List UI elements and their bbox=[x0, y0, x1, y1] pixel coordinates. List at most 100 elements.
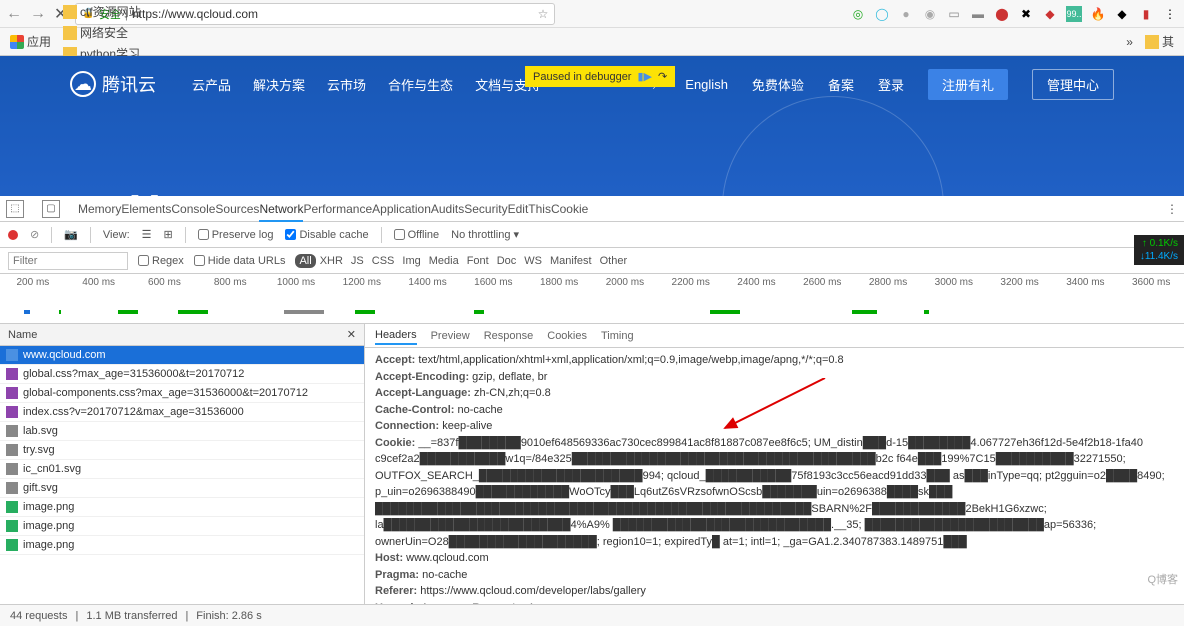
forward-button[interactable]: → bbox=[30, 5, 46, 23]
nav-filing[interactable]: 备案 bbox=[828, 75, 854, 94]
ext-icon[interactable]: ⬤ bbox=[994, 6, 1010, 22]
site-nav-item[interactable]: 云市场 bbox=[327, 78, 366, 93]
devtools-menu-icon[interactable]: ⋮ bbox=[1166, 202, 1178, 216]
ext-icon[interactable]: ▬ bbox=[970, 6, 986, 22]
speed-indicator: ↑ 0.1K/s↓11.4K/s bbox=[1134, 235, 1184, 265]
request-row[interactable]: image.png bbox=[0, 498, 364, 517]
ext-icon[interactable]: ✖ bbox=[1018, 6, 1034, 22]
ext-icon[interactable]: ◯ bbox=[874, 6, 890, 22]
filter-type-xhr[interactable]: XHR bbox=[316, 254, 347, 268]
devtools-tab-security[interactable]: Security bbox=[464, 198, 507, 220]
network-toolbar: ⊘ 📷 View: ☰ ⊞ Preserve log Disable cache… bbox=[0, 222, 1184, 248]
close-details-icon[interactable]: ✕ bbox=[347, 328, 356, 341]
menu-icon[interactable]: ⋮ bbox=[1162, 6, 1178, 22]
ext-icon[interactable]: ▭ bbox=[946, 6, 962, 22]
ext-icon[interactable]: ◆ bbox=[1042, 6, 1058, 22]
request-row[interactable]: gift.svg bbox=[0, 479, 364, 498]
nav-free[interactable]: 免费体验 bbox=[752, 75, 804, 94]
detail-tab-timing[interactable]: Timing bbox=[601, 328, 634, 344]
request-row[interactable]: index.css?v=20170712&max_age=31536000 bbox=[0, 403, 364, 422]
page-content: ☁腾讯云 云产品解决方案云市场合作与生态文档与支持 ⌕ English 免费体验… bbox=[0, 56, 1184, 196]
request-row[interactable]: image.png bbox=[0, 517, 364, 536]
register-button[interactable]: 注册有礼 bbox=[928, 69, 1008, 100]
devtools-tab-network[interactable]: Network bbox=[259, 198, 303, 222]
site-nav-item[interactable]: 云产品 bbox=[192, 78, 231, 93]
filter-type-all[interactable]: All bbox=[295, 254, 315, 268]
filter-type-font[interactable]: Font bbox=[463, 254, 493, 268]
watermark: Q博客 bbox=[1147, 571, 1178, 587]
disable-cache-checkbox[interactable]: Disable cache bbox=[285, 229, 368, 241]
request-row[interactable]: global-components.css?max_age=31536000&t… bbox=[0, 384, 364, 403]
ext-icon[interactable]: ◉ bbox=[922, 6, 938, 22]
timeline[interactable]: 200 ms400 ms600 ms800 ms1000 ms1200 ms14… bbox=[0, 274, 1184, 324]
capture-icon[interactable]: 📷 bbox=[64, 228, 78, 241]
filter-type-img[interactable]: Img bbox=[398, 254, 424, 268]
detail-tab-response[interactable]: Response bbox=[484, 328, 534, 344]
ext-icon[interactable]: ▮ bbox=[1138, 6, 1154, 22]
ublock-icon[interactable]: ◎ bbox=[850, 6, 866, 22]
devtools-tab-console[interactable]: Console bbox=[171, 198, 215, 220]
filter-type-other[interactable]: Other bbox=[596, 254, 632, 268]
request-row[interactable]: lab.svg bbox=[0, 422, 364, 441]
preserve-log-checkbox[interactable]: Preserve log bbox=[198, 229, 274, 241]
back-button[interactable]: ← bbox=[6, 5, 22, 23]
detail-tab-headers[interactable]: Headers bbox=[375, 327, 417, 345]
filter-type-manifest[interactable]: Manifest bbox=[546, 254, 596, 268]
filter-type-js[interactable]: JS bbox=[347, 254, 368, 268]
view-grid-icon[interactable]: ⊞ bbox=[164, 228, 173, 241]
devtools-tabs: ⬚ ▢ MemoryElementsConsoleSourcesNetworkP… bbox=[0, 196, 1184, 222]
ext-icon[interactable]: 🔥 bbox=[1090, 6, 1106, 22]
throttling-select[interactable]: No throttling ▾ bbox=[451, 228, 519, 241]
request-list-pane: Name ✕ www.qcloud.comglobal.css?max_age=3… bbox=[0, 324, 365, 604]
detail-tab-cookies[interactable]: Cookies bbox=[547, 328, 587, 344]
clear-button[interactable]: ⊘ bbox=[30, 228, 39, 241]
bookmarks-bar: 应用 src漏洞挖掘信息收集牛人博客一些常用网站ctf资源网站网络安全pytho… bbox=[0, 28, 1184, 56]
site-logo[interactable]: ☁腾讯云 bbox=[70, 71, 156, 97]
devtools-tab-editthiscookie[interactable]: EditThisCookie bbox=[508, 198, 589, 220]
devtools-tab-sources[interactable]: Sources bbox=[215, 198, 259, 220]
devtools-tab-elements[interactable]: Elements bbox=[121, 198, 171, 220]
other-bookmarks[interactable]: 其 bbox=[1141, 31, 1178, 52]
debugger-badge: Paused in debugger ▮▶ ↷ bbox=[525, 66, 675, 87]
nav-english[interactable]: English bbox=[685, 77, 728, 92]
name-column[interactable]: Name bbox=[8, 329, 37, 341]
request-row[interactable]: image.png bbox=[0, 536, 364, 555]
console-button[interactable]: 管理中心 bbox=[1032, 69, 1114, 100]
nav-login[interactable]: 登录 bbox=[878, 75, 904, 94]
apps-button[interactable]: 应用 bbox=[6, 31, 55, 52]
record-button[interactable] bbox=[8, 230, 18, 240]
detail-tab-preview[interactable]: Preview bbox=[431, 328, 470, 344]
filter-input[interactable] bbox=[8, 252, 128, 270]
offline-checkbox[interactable]: Offline bbox=[394, 229, 440, 241]
view-label: View: bbox=[103, 229, 130, 241]
filter-type-media[interactable]: Media bbox=[425, 254, 463, 268]
bookmark-overflow[interactable]: » bbox=[1122, 33, 1137, 51]
devtools-tab-memory[interactable]: Memory bbox=[78, 198, 121, 220]
request-row[interactable]: ic_cn01.svg bbox=[0, 460, 364, 479]
step-icon[interactable]: ↷ bbox=[658, 70, 667, 83]
site-nav-item[interactable]: 合作与生态 bbox=[388, 78, 453, 93]
regex-checkbox[interactable]: Regex bbox=[138, 255, 184, 267]
ext-icon[interactable]: ◆ bbox=[1114, 6, 1130, 22]
request-row[interactable]: www.qcloud.com bbox=[0, 346, 364, 365]
view-list-icon[interactable]: ☰ bbox=[142, 228, 152, 241]
resume-icon[interactable]: ▮▶ bbox=[637, 70, 652, 83]
request-row[interactable]: global.css?max_age=31536000&t=20170712 bbox=[0, 365, 364, 384]
bookmark-star-icon[interactable]: ☆ bbox=[538, 7, 549, 21]
site-nav-item[interactable]: 解决方案 bbox=[253, 78, 305, 93]
devtools-tab-application[interactable]: Application bbox=[372, 198, 431, 220]
bookmark-item[interactable]: 网络安全 bbox=[59, 22, 167, 43]
filter-type-doc[interactable]: Doc bbox=[493, 254, 521, 268]
inspect-icon[interactable]: ⬚ bbox=[6, 200, 24, 218]
request-row[interactable]: try.svg bbox=[0, 441, 364, 460]
filter-type-css[interactable]: CSS bbox=[368, 254, 399, 268]
devtools-tab-audits[interactable]: Audits bbox=[431, 198, 464, 220]
ext-badge[interactable]: 99.. bbox=[1066, 6, 1082, 22]
device-icon[interactable]: ▢ bbox=[42, 200, 60, 218]
ext-icon[interactable]: ● bbox=[898, 6, 914, 22]
hero-text: X bbox=[130, 186, 161, 196]
hide-data-urls-checkbox[interactable]: Hide data URLs bbox=[194, 255, 286, 267]
bookmark-item[interactable]: ctf资源网站 bbox=[59, 1, 167, 22]
devtools-tab-performance[interactable]: Performance bbox=[303, 198, 372, 220]
filter-type-ws[interactable]: WS bbox=[520, 254, 546, 268]
